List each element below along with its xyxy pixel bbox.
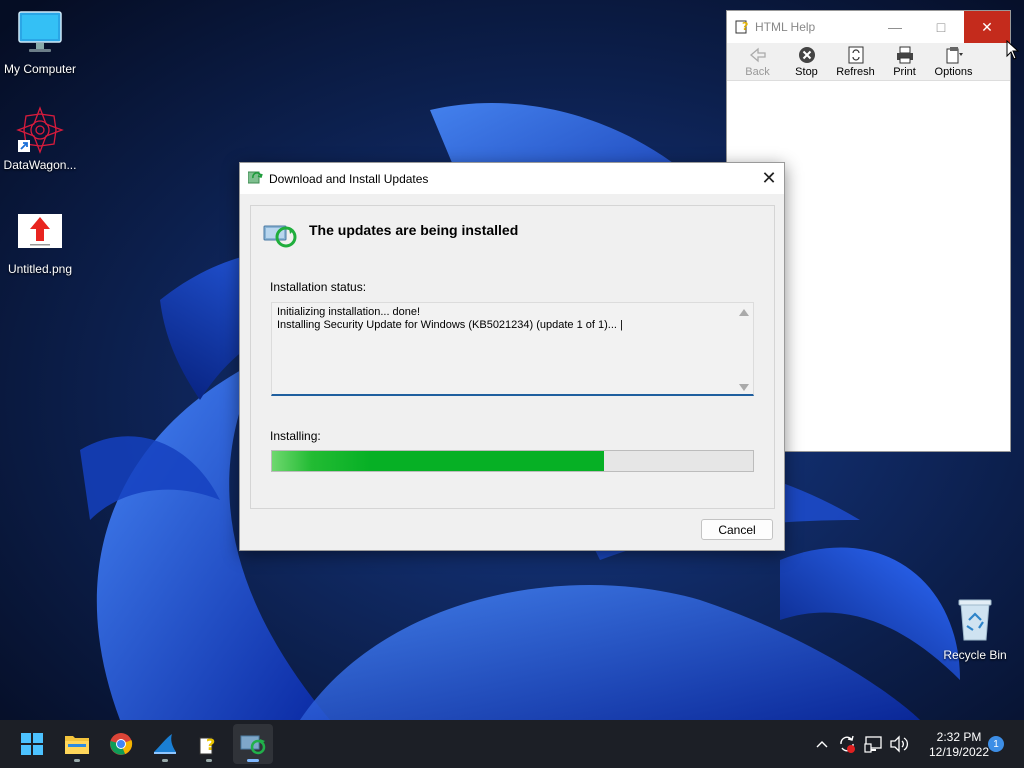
progress-fill xyxy=(272,451,604,471)
minimize-button[interactable]: — xyxy=(872,11,918,43)
install-progress-bar xyxy=(271,450,754,472)
stop-button[interactable]: Stop xyxy=(782,43,831,80)
update-restart-icon[interactable] xyxy=(837,734,857,754)
update-install-icon xyxy=(263,220,297,248)
options-icon xyxy=(946,47,963,64)
chrome-icon xyxy=(110,733,133,755)
taskbar-html-help[interactable]: ? xyxy=(189,724,229,764)
status-scrollbar[interactable] xyxy=(735,303,753,395)
start-icon xyxy=(21,733,43,755)
datawagon-logo-icon xyxy=(16,106,64,154)
dialog-titlebar[interactable]: Download and Install Updates ✕ xyxy=(240,163,784,194)
help-question-icon: ? xyxy=(735,18,751,34)
windows-update-icon xyxy=(240,735,266,755)
refresh-button[interactable]: Refresh xyxy=(831,43,880,80)
svg-text:?: ? xyxy=(206,735,215,754)
recycle-bin-icon xyxy=(951,596,999,644)
monitor-icon xyxy=(16,10,64,58)
taskbar-chrome[interactable] xyxy=(101,724,141,764)
svg-text:?: ? xyxy=(742,20,748,33)
running-indicator xyxy=(206,759,212,762)
desktop-icon-label: Recycle Bin xyxy=(943,648,1007,662)
help-toolbar: Back Stop Refresh Print Options xyxy=(727,43,1010,81)
print-button[interactable]: Print xyxy=(880,43,929,80)
printer-icon xyxy=(896,46,913,64)
running-indicator xyxy=(162,759,168,762)
show-hidden-icons-chevron-icon[interactable] xyxy=(815,737,829,751)
network-icon[interactable] xyxy=(864,735,884,753)
install-updates-dialog[interactable]: Download and Install Updates ✕ The updat… xyxy=(239,162,785,551)
refresh-icon xyxy=(848,46,863,64)
back-button[interactable]: Back xyxy=(733,43,782,80)
windows-update-icon xyxy=(247,171,264,185)
cancel-button[interactable]: Cancel xyxy=(701,519,773,540)
start-button[interactable] xyxy=(12,724,52,764)
file-explorer-icon xyxy=(65,736,89,754)
status-line: Installing Security Update for Windows (… xyxy=(277,319,623,331)
options-button[interactable]: Options xyxy=(929,43,978,80)
taskbar-file-explorer[interactable] xyxy=(57,724,97,764)
status-line: Initializing installation... done! xyxy=(277,306,421,318)
help-titlebar[interactable]: ? HTML Help — □ ✕ xyxy=(727,11,1010,43)
scroll-down-arrow-icon[interactable] xyxy=(739,384,749,391)
dialog-heading: The updates are being installed xyxy=(309,222,519,238)
desktop-icon-my-computer[interactable]: My Computer xyxy=(0,10,80,76)
dialog-content-panel: The updates are being installed Installa… xyxy=(250,205,775,509)
refresh-label: Refresh xyxy=(836,66,875,78)
stop-label: Stop xyxy=(795,66,818,78)
installation-status-textbox[interactable]: Initializing installation... done! Insta… xyxy=(271,302,754,396)
help-window-title: HTML Help xyxy=(755,20,816,34)
dialog-title: Download and Install Updates xyxy=(269,171,429,186)
scroll-up-arrow-icon[interactable] xyxy=(739,309,749,316)
taskbar-wireshark[interactable] xyxy=(145,724,185,764)
image-file-icon xyxy=(16,210,64,258)
back-arrow-icon xyxy=(749,47,766,63)
notification-badge[interactable]: 1 xyxy=(988,736,1004,752)
clock-date: 12/19/2022 xyxy=(928,745,990,759)
shark-icon xyxy=(154,734,176,754)
volume-icon[interactable] xyxy=(889,735,909,753)
help-icon: ? xyxy=(199,735,215,755)
back-label: Back xyxy=(745,66,770,78)
running-indicator xyxy=(247,759,259,762)
desktop-icon-untitled-png[interactable]: Untitled.png xyxy=(0,210,80,276)
maximize-button[interactable]: □ xyxy=(918,11,964,43)
stop-icon xyxy=(798,47,815,63)
running-indicator xyxy=(74,759,80,762)
desktop-icon-label: My Computer xyxy=(3,62,77,76)
taskbar-windows-update[interactable] xyxy=(233,724,273,764)
close-button[interactable]: ✕ xyxy=(964,11,1010,43)
installation-status-label: Installation status: xyxy=(270,280,367,294)
clock-time: 2:32 PM xyxy=(936,730,982,744)
taskbar-clock[interactable]: 2:32 PM 12/19/2022 xyxy=(920,730,998,760)
desktop-icon-label: DataWagon... xyxy=(3,158,77,172)
desktop-icon-datawagon[interactable]: DataWagon... xyxy=(0,106,80,172)
installing-label: Installing: xyxy=(270,429,321,443)
dialog-close-button[interactable]: ✕ xyxy=(754,164,784,194)
desktop-icon-recycle-bin[interactable]: Recycle Bin xyxy=(935,596,1015,662)
options-label: Options xyxy=(934,66,973,78)
desktop-icon-label: Untitled.png xyxy=(7,262,73,276)
print-label: Print xyxy=(893,66,916,78)
mouse-cursor-icon xyxy=(1006,40,1020,60)
